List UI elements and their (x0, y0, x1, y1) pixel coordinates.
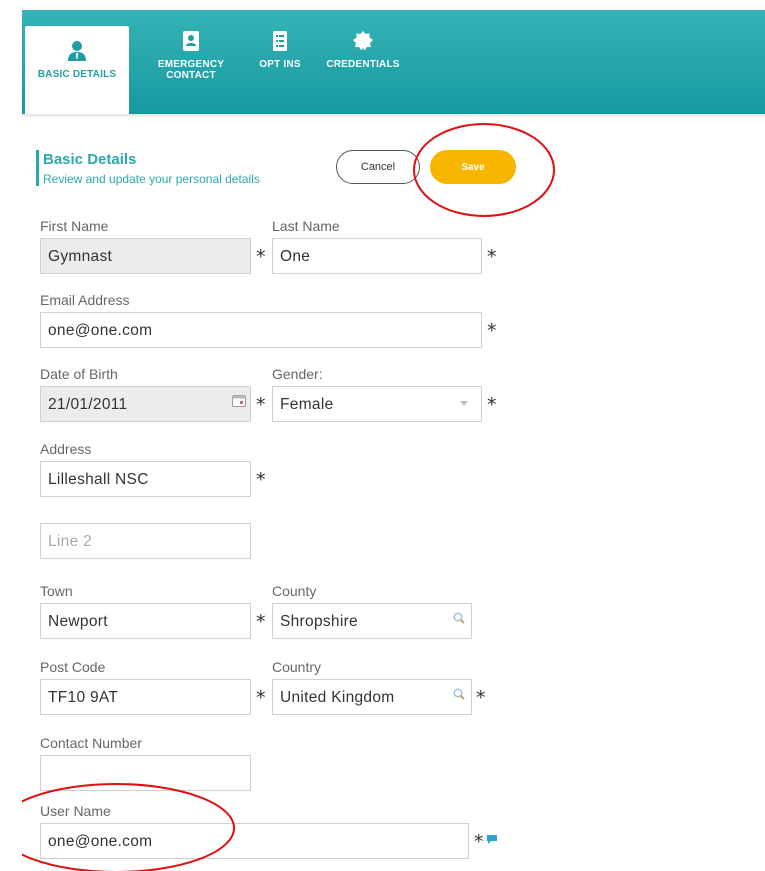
contact-number-label: Contact Number (40, 735, 142, 751)
tab-emergency-contact[interactable]: EMERGENCY CONTACT (145, 16, 237, 104)
country-required: * (476, 687, 486, 709)
country-field[interactable]: United Kingdom (272, 679, 472, 715)
section-title: Basic Details (43, 151, 137, 168)
email-field[interactable]: one@one.com (40, 312, 482, 348)
gender-label: Gender: (272, 366, 323, 382)
tab-opt-ins[interactable]: OPT INS (252, 16, 308, 104)
county-label: County (272, 583, 317, 599)
email-label: Email Address (40, 292, 130, 308)
tab-credentials[interactable]: CREDENTIALS (310, 16, 416, 104)
dob-field[interactable]: 21/01/2011 (40, 386, 251, 422)
town-field[interactable]: Newport (40, 603, 251, 639)
badge-icon (353, 31, 373, 51)
county-field[interactable]: Shropshire (272, 603, 472, 639)
last-name-required: * (487, 246, 497, 268)
address-required: * (256, 469, 266, 491)
country-label: Country (272, 659, 322, 675)
address-line1-field[interactable]: Lilleshall NSC (40, 461, 251, 497)
chevron-down-icon (460, 401, 468, 406)
first-name-field[interactable]: Gymnast (40, 238, 251, 274)
tab-bar-shadow (22, 114, 765, 118)
county-search-icon[interactable] (453, 612, 465, 624)
town-label: Town (40, 583, 73, 599)
dob-label: Date of Birth (40, 366, 118, 382)
gender-select[interactable]: Female (272, 386, 482, 422)
dob-required: * (256, 394, 266, 416)
calendar-icon[interactable] (232, 395, 246, 407)
contact-number-field[interactable] (40, 755, 251, 791)
user-name-field[interactable]: one@one.com (40, 823, 469, 859)
page-top-edge (0, 0, 765, 10)
person-icon (68, 41, 86, 61)
address-line2-field[interactable]: Line 2 (40, 523, 251, 559)
tab-opt-ins-label: OPT INS (259, 59, 301, 70)
post-code-field[interactable]: TF10 9AT (40, 679, 251, 715)
section-accent-bar (36, 150, 39, 186)
checklist-icon (273, 31, 287, 51)
save-button[interactable]: Save (430, 150, 516, 184)
page-left-edge (0, 0, 22, 871)
address-label: Address (40, 441, 92, 457)
tab-emergency-contact-label: EMERGENCY CONTACT (157, 59, 225, 81)
section-subtitle: Review and update your personal details (43, 172, 260, 186)
contact-card-icon (183, 31, 199, 51)
tab-basic-details[interactable]: BASIC DETAILS (25, 26, 129, 114)
town-required: * (256, 611, 266, 633)
cancel-button[interactable]: Cancel (336, 150, 420, 184)
post-code-required: * (256, 687, 266, 709)
comment-icon[interactable] (486, 834, 498, 845)
tab-credentials-label: CREDENTIALS (326, 59, 400, 70)
tab-basic-details-label: BASIC DETAILS (37, 69, 117, 80)
user-name-required: * (474, 831, 484, 853)
country-search-icon[interactable] (453, 688, 465, 700)
email-required: * (487, 320, 497, 342)
post-code-label: Post Code (40, 659, 106, 675)
last-name-field[interactable]: One (272, 238, 482, 274)
last-name-label: Last Name (272, 218, 340, 234)
gender-required: * (487, 394, 497, 416)
user-name-label: User Name (40, 803, 111, 819)
first-name-required: * (256, 246, 266, 268)
first-name-label: First Name (40, 218, 109, 234)
